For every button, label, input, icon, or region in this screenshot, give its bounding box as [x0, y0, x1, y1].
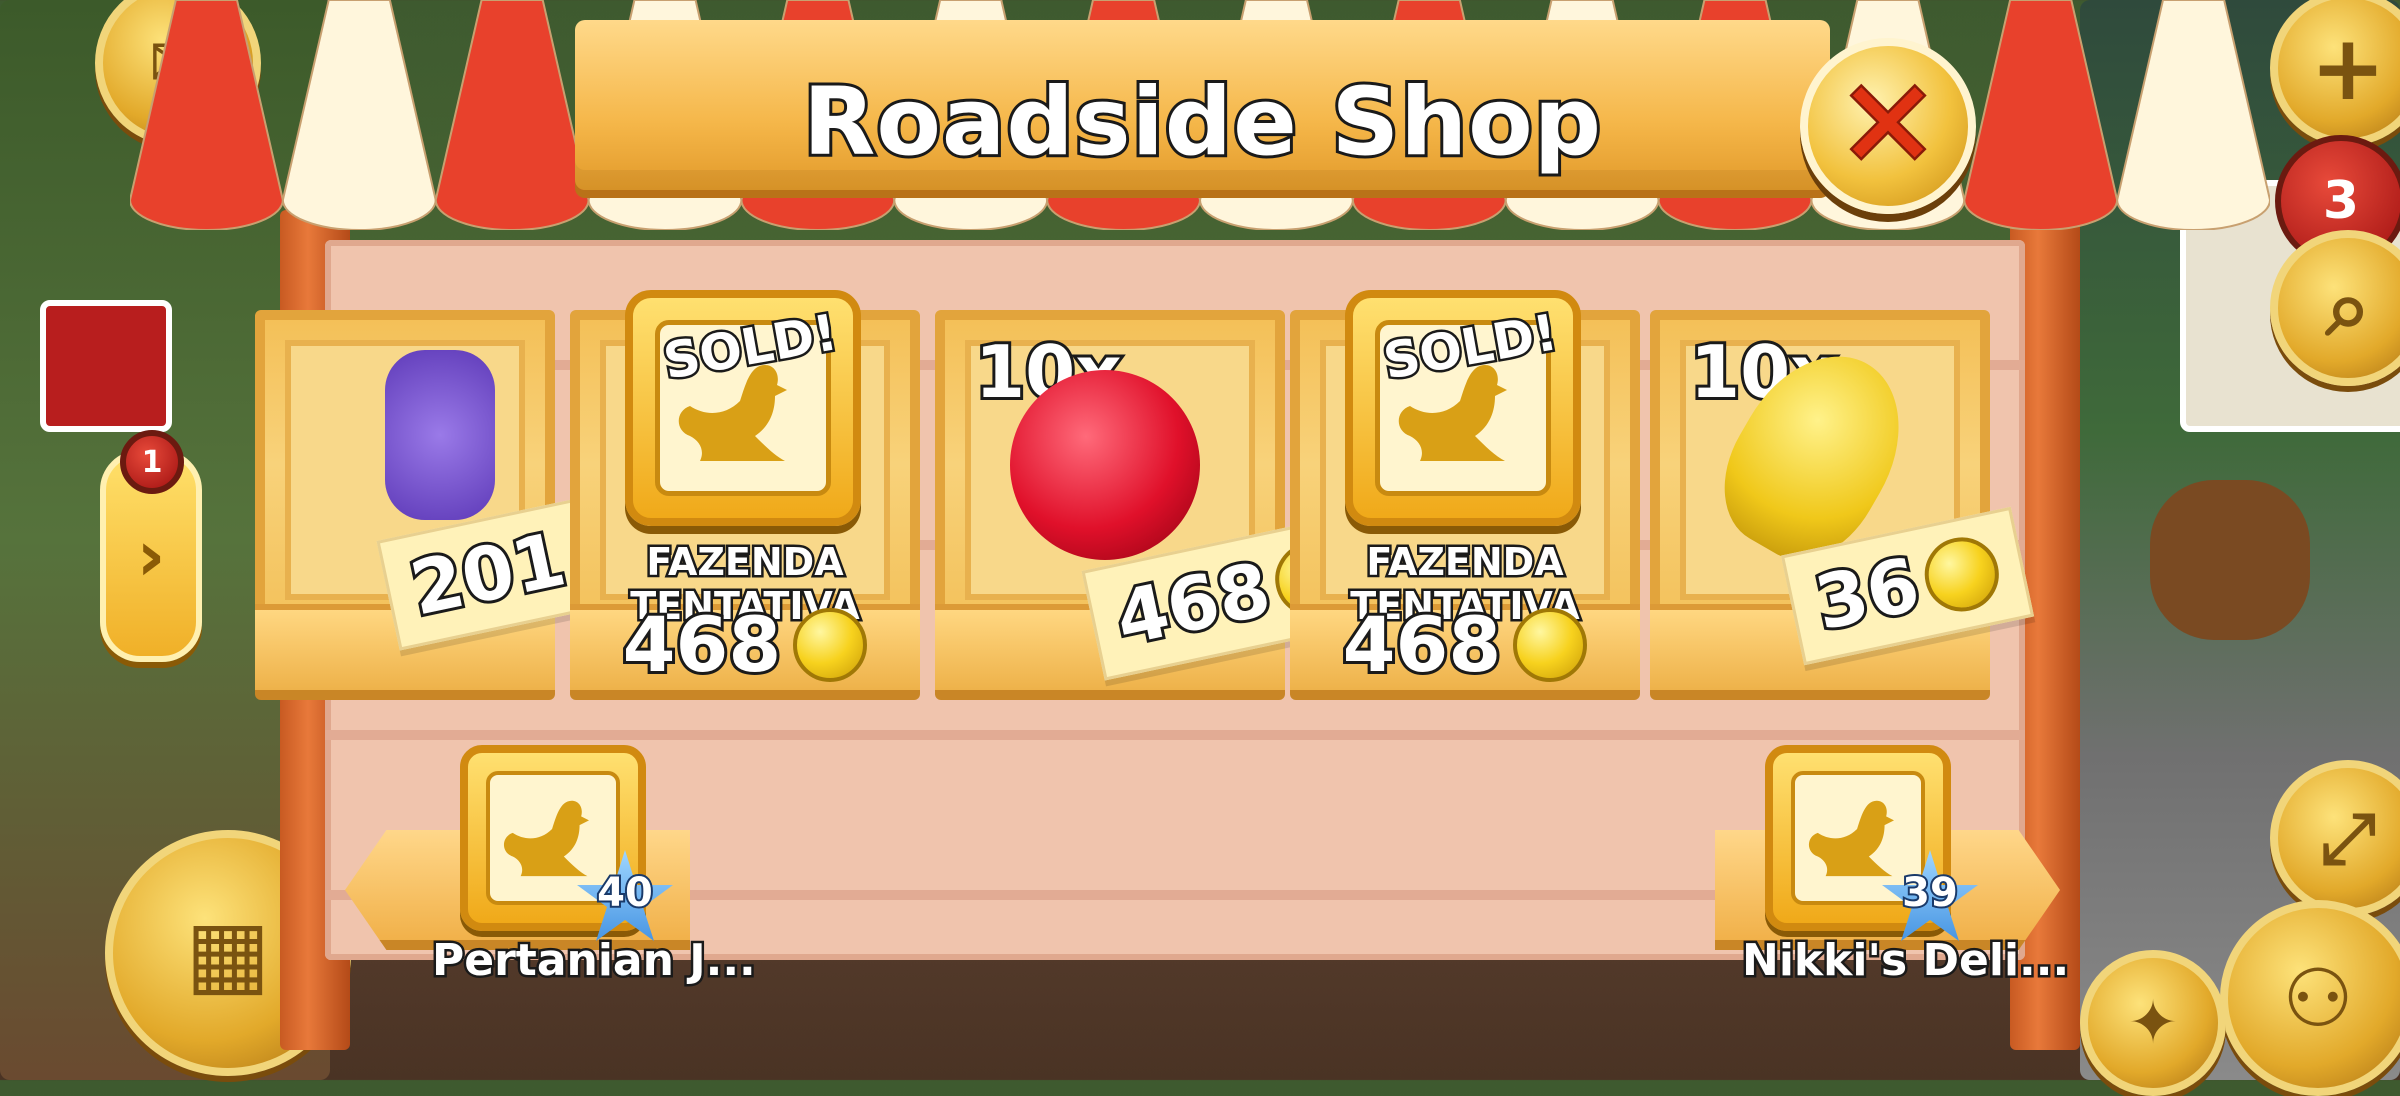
- close-button[interactable]: ✕: [1800, 38, 1976, 214]
- lavender-icon: [385, 350, 495, 520]
- price-value: 36: [1805, 539, 1930, 651]
- board-stripe: [325, 730, 2025, 740]
- awning-stripe: [130, 0, 284, 230]
- plus-icon: +: [2310, 15, 2386, 121]
- shop-slot-2[interactable]: SOLD! FAZENDA TENTATIVA 468: [570, 290, 920, 692]
- awning-stripe: [2116, 0, 2270, 230]
- page-title: Roadside Shop: [800, 65, 1604, 180]
- shop-slot-5[interactable]: 10x 36: [1650, 310, 2035, 690]
- sold-frame: SOLD!: [625, 290, 861, 526]
- neighbor-left-name: Pertanian J...: [430, 933, 759, 989]
- arrows-icon: ⤢: [2320, 796, 2376, 879]
- close-x-icon: ✕: [1835, 56, 1941, 195]
- coin-icon: [1917, 530, 2006, 619]
- raspberry-icon: [1010, 370, 1200, 560]
- friends-button[interactable]: ⚇: [2220, 900, 2400, 1096]
- map-icon: ✦: [2127, 988, 2179, 1058]
- price-value: 468: [1106, 543, 1281, 665]
- shop-slot-3[interactable]: 10x 468: [935, 310, 1385, 690]
- neighbor-right-name: Nikki's Deli...: [1739, 933, 2071, 989]
- coin-icon: [1513, 607, 1588, 682]
- price-value: 468: [620, 597, 785, 692]
- search-button[interactable]: ⌕: [2270, 230, 2400, 386]
- horse-icon: [2150, 480, 2310, 640]
- shop-slot-4[interactable]: SOLD! FAZENDA TENTATIVA 468: [1290, 290, 1640, 692]
- neighbor-right-level: 39: [1900, 868, 1960, 918]
- neighbor-left-level: 40: [595, 868, 655, 918]
- coin-icon: [793, 607, 868, 682]
- price-row: 468: [570, 597, 920, 692]
- zoom-button[interactable]: ⤢: [2270, 760, 2400, 916]
- price-row: 468: [1290, 597, 1640, 692]
- shop-slot-1[interactable]: 201: [255, 310, 680, 690]
- barn-icon: [40, 300, 172, 432]
- add-currency-button[interactable]: +: [2270, 0, 2400, 146]
- awning-stripe: [434, 0, 590, 230]
- sold-frame: SOLD!: [1345, 290, 1581, 526]
- awning-stripe: [281, 0, 437, 230]
- friends-icon: ⚇: [2282, 951, 2354, 1045]
- chevron-right-icon: ›: [136, 515, 166, 597]
- price-value: 201: [401, 513, 576, 635]
- awning-stripe: [1963, 0, 2119, 230]
- price-value: 468: [1340, 597, 1505, 692]
- magnifier-icon: ⌕: [2325, 261, 2371, 354]
- decorations-button[interactable]: ✦: [2080, 950, 2226, 1096]
- notification-badge: 1: [120, 430, 184, 494]
- title-plank: Roadside Shop: [575, 20, 1830, 190]
